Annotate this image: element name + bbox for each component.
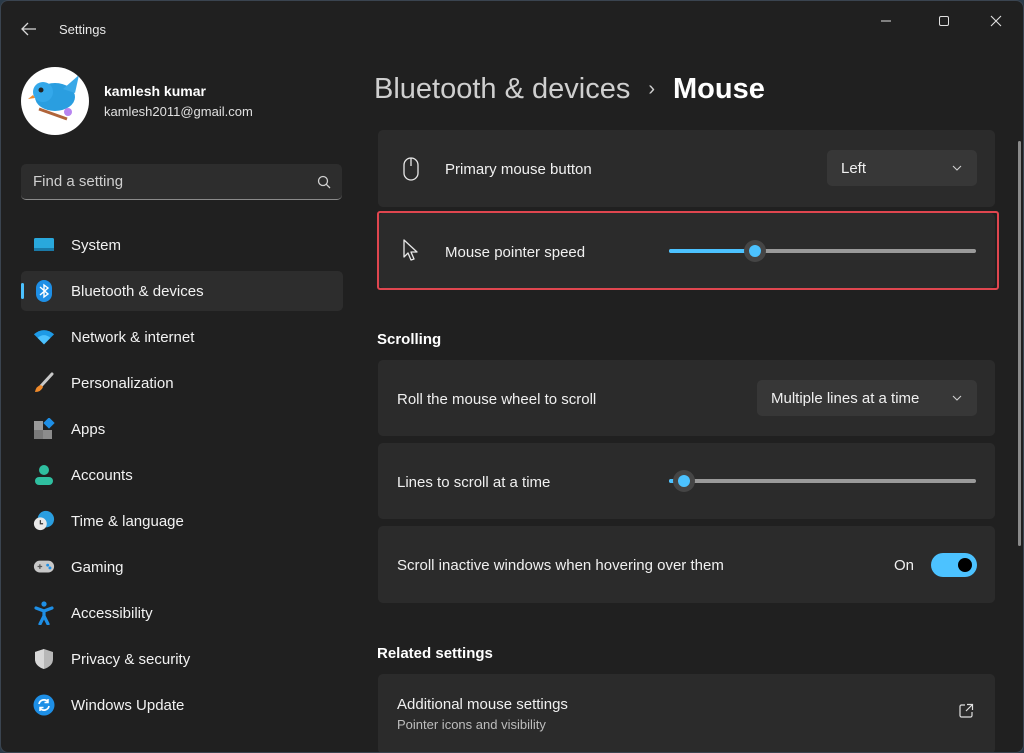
bluetooth-icon <box>33 280 55 302</box>
toggle-state-label: On <box>894 557 915 574</box>
mouse-icon <box>400 157 422 181</box>
breadcrumb-separator: › <box>648 77 655 100</box>
accessibility-icon <box>33 601 55 625</box>
sidebar-item-label: Personalization <box>71 374 174 392</box>
sidebar-item-label: Network & internet <box>71 328 195 346</box>
sidebar-item-label: Accounts <box>71 466 133 484</box>
brush-icon <box>33 372 55 394</box>
sidebar-item-apps[interactable]: Apps <box>21 409 343 449</box>
sidebar-item-label: Apps <box>71 420 106 438</box>
breadcrumb-parent[interactable]: Bluetooth & devices <box>374 73 630 106</box>
lines-to-scroll-slider[interactable] <box>669 470 976 492</box>
profile-email: kamlesh2011@gmail.com <box>104 104 253 119</box>
minimize-icon <box>881 20 891 22</box>
accounts-icon <box>33 464 55 486</box>
back-arrow-icon <box>21 22 36 36</box>
sidebar-item-label: Gaming <box>71 558 124 576</box>
primary-mouse-button-dropdown[interactable]: Left <box>827 150 977 186</box>
sidebar-nav: System Bluetooth & devices Network & int… <box>21 225 343 731</box>
sidebar-item-network-internet[interactable]: Network & internet <box>21 317 343 357</box>
highlight-box <box>377 211 999 290</box>
sidebar-item-time-language[interactable]: Time & language <box>21 501 343 541</box>
settings-window: Settings kamlesh kumar kamlesh2011@gmail… <box>0 0 1024 753</box>
app-title: Settings <box>59 22 106 37</box>
wifi-icon <box>33 326 55 348</box>
scrolling-section-title: Scrolling <box>377 331 442 348</box>
inactive-windows-card: Scroll inactive windows when hovering ov… <box>378 526 995 603</box>
primary-mouse-button-label: Primary mouse button <box>445 161 592 178</box>
bird-avatar-icon <box>28 75 79 121</box>
sidebar-item-label: Privacy & security <box>71 650 191 668</box>
sidebar-item-label: Bluetooth & devices <box>71 282 204 300</box>
primary-mouse-button-card: Primary mouse button Left <box>378 130 995 207</box>
user-profile[interactable]: kamlesh kumar kamlesh2011@gmail.com <box>21 67 253 135</box>
breadcrumb: Bluetooth & devices › Mouse <box>374 69 765 109</box>
additional-mouse-settings-sublabel: Pointer icons and visibility <box>397 717 546 732</box>
roll-wheel-card: Roll the mouse wheel to scroll Multiple … <box>378 360 995 436</box>
close-icon <box>990 15 1002 27</box>
minimize-button[interactable] <box>863 7 909 35</box>
additional-mouse-settings-link[interactable]: Additional mouse settings Pointer icons … <box>378 674 995 752</box>
open-external-icon <box>958 703 976 721</box>
sidebar-item-privacy-security[interactable]: Privacy & security <box>21 639 343 679</box>
related-settings-title: Related settings <box>377 645 493 662</box>
time-language-icon <box>33 510 55 532</box>
sidebar-item-label: Accessibility <box>71 604 153 622</box>
search-icon[interactable] <box>306 164 342 200</box>
search-input[interactable] <box>21 173 306 190</box>
additional-mouse-settings-label: Additional mouse settings <box>397 696 568 713</box>
search-box[interactable] <box>21 164 342 200</box>
sidebar-item-windows-update[interactable]: Windows Update <box>21 685 343 725</box>
sidebar-item-label: Time & language <box>71 512 184 530</box>
page-title: Mouse <box>673 72 765 105</box>
sidebar-item-label: System <box>71 236 122 254</box>
back-button[interactable] <box>15 15 43 43</box>
toggle-knob <box>958 558 972 572</box>
sidebar-item-accounts[interactable]: Accounts <box>21 455 343 495</box>
gamepad-icon <box>33 556 55 578</box>
title-bar: Settings <box>1 1 1023 49</box>
system-icon <box>33 234 55 256</box>
close-button[interactable] <box>973 7 1019 35</box>
sidebar-item-gaming[interactable]: Gaming <box>21 547 343 587</box>
maximize-icon <box>939 16 949 26</box>
chevron-down-icon <box>951 162 963 174</box>
maximize-button[interactable] <box>921 7 967 35</box>
content-scrollbar[interactable] <box>1018 141 1021 546</box>
apps-icon <box>33 418 55 440</box>
roll-wheel-dropdown[interactable]: Multiple lines at a time <box>757 380 977 416</box>
inactive-windows-toggle[interactable] <box>931 553 977 577</box>
sidebar-item-bluetooth-devices[interactable]: Bluetooth & devices <box>21 271 343 311</box>
shield-icon <box>33 648 55 670</box>
profile-name: kamlesh kumar <box>104 83 206 99</box>
dropdown-value: Left <box>841 159 867 177</box>
inactive-windows-label: Scroll inactive windows when hovering ov… <box>397 557 724 574</box>
update-icon <box>33 694 55 716</box>
slider-track <box>669 479 976 483</box>
lines-to-scroll-card: Lines to scroll at a time <box>378 443 995 519</box>
lines-to-scroll-label: Lines to scroll at a time <box>397 474 551 491</box>
roll-wheel-label: Roll the mouse wheel to scroll <box>397 391 597 408</box>
sidebar-item-personalization[interactable]: Personalization <box>21 363 343 403</box>
dropdown-value: Multiple lines at a time <box>771 389 920 407</box>
sidebar-item-system[interactable]: System <box>21 225 343 265</box>
chevron-down-icon <box>951 392 963 404</box>
sidebar-item-label: Windows Update <box>71 696 185 714</box>
sidebar-item-accessibility[interactable]: Accessibility <box>21 593 343 633</box>
slider-thumb[interactable] <box>673 470 696 492</box>
avatar <box>21 67 89 135</box>
